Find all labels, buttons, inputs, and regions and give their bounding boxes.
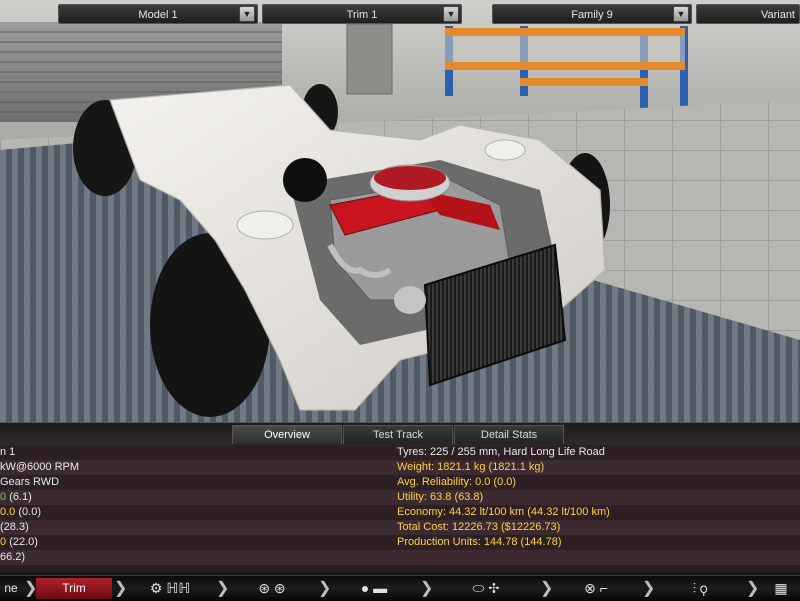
stat-left: kW@6000 RPM [0,461,80,473]
checkered-flag-icon[interactable]: ▦ [762,579,800,598]
chevron-right-icon: ❯ [318,580,332,597]
stat-left: Gears RWD [0,476,60,488]
car-icon[interactable]: ⬭ ✣ [436,579,536,598]
stat-utility: Utility: 63.8 (63.8) [397,491,484,503]
nav-trim[interactable]: Trim [36,578,112,599]
body-icon[interactable]: ● ▬ [334,579,414,598]
variant-selector[interactable]: Variant [696,4,800,24]
steering-wheel-icon[interactable]: ⊗ ⌐ [556,579,636,598]
trim-selector-label: Trim 1 [346,9,378,21]
stat-row: kW@6000 RPM Weight: 1821.1 kg (1821.1 kg… [0,460,800,475]
stat-row: 0 (22.0) Production Units: 144.78 (144.7… [0,535,800,550]
chevron-down-icon[interactable]: ▼ [673,6,689,22]
tab-detail-stats[interactable]: Detail Stats [454,425,564,444]
stat-tyres: Tyres: 225 / 255 mm, Hard Long Life Road [397,446,605,458]
model-selector-label: Model 1 [138,9,178,21]
top-selector-bar: Model 1 ▼ Trim 1 ▼ Family 9 ▼ Variant [0,0,800,30]
family-selector[interactable]: Family 9 ▼ [492,4,692,24]
stat-left: n 1 [0,446,16,458]
variant-selector-label: Variant [760,9,795,21]
stat-left: 0 (22.0) [0,536,38,548]
shock-absorber-icon[interactable]: ⫶ ⚲ [660,579,740,598]
tab-test-track[interactable]: Test Track [343,425,453,444]
nav-home[interactable]: ne [0,578,22,599]
trim-selector[interactable]: Trim 1 ▼ [262,4,462,24]
stat-row: Gears RWD Avg. Reliability: 0.0 (0.0) [0,475,800,490]
model-selector[interactable]: Model 1 ▼ [58,4,258,24]
stat-row: 0 (6.1) Utility: 63.8 (63.8) [0,490,800,505]
family-selector-label: Family 9 [571,9,613,21]
stat-left: (28.3) [0,521,29,533]
wheels-icon[interactable]: ⊛ ⊛ [232,579,312,598]
chevron-right-icon: ❯ [746,580,760,597]
chevron-right-icon: ❯ [642,580,656,597]
stat-economy: Economy: 44.32 lt/100 km (44.32 lt/100 k… [397,506,610,518]
stat-row: 0.0 (0.0) Economy: 44.32 lt/100 km (44.3… [0,505,800,520]
chevron-right-icon: ❯ [24,580,38,597]
stat-left: 0.0 (0.0) [0,506,41,518]
chevron-right-icon: ❯ [540,580,554,597]
bottom-navigation: ne ❯ Trim ❯ ⚙ ℍℍ ❯ ⊛ ⊛ ❯ ● ▬ ❯ ⬭ ✣ ❯ ⊗ ⌐… [0,575,800,601]
stat-production-units: Production Units: 144.78 (144.78) [397,536,562,548]
stat-row: n 1 Tyres: 225 / 255 mm, Hard Long Life … [0,445,800,460]
stat-row: (28.3) Total Cost: 12226.73 ($12226.73) [0,520,800,535]
tab-overview[interactable]: Overview [232,425,342,444]
chevron-down-icon[interactable]: ▼ [443,6,459,22]
stat-row: 66.2) [0,550,800,565]
engine-icon[interactable]: ⚙ ℍℍ [130,579,210,598]
stat-left: 0 (6.1) [0,491,32,503]
chevron-right-icon: ❯ [114,580,128,597]
garage-scene [0,0,800,422]
chevron-down-icon[interactable]: ▼ [239,6,255,22]
stats-panel: Overview Test Track Detail Stats n 1 Tyr… [0,422,800,572]
stat-total-cost: Total Cost: 12226.73 ($12226.73) [397,521,561,533]
overview-stats: n 1 Tyres: 225 / 255 mm, Hard Long Life … [0,445,800,565]
chevron-right-icon: ❯ [216,580,230,597]
stat-left: 66.2) [0,551,26,563]
stat-reliability: Avg. Reliability: 0.0 (0.0) [397,476,517,488]
stat-weight: Weight: 1821.1 kg (1821.1 kg) [397,461,545,473]
chevron-right-icon: ❯ [420,580,434,597]
stats-tabs: Overview Test Track Detail Stats [0,422,800,445]
car-viewport[interactable]: Model 1 ▼ Trim 1 ▼ Family 9 ▼ Variant [0,0,800,422]
